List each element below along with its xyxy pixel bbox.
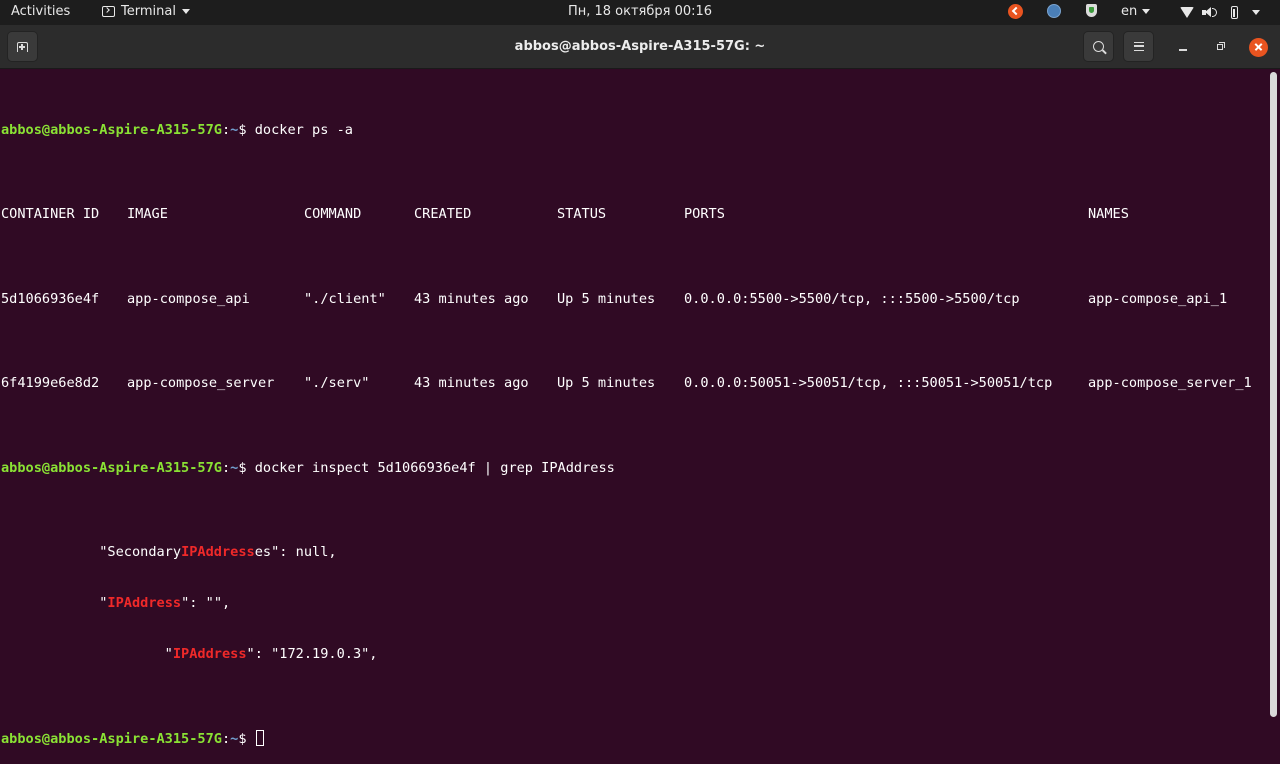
battery-icon [1231, 6, 1238, 19]
ps-cell: app-compose_server [127, 375, 275, 392]
prompt-separator: : [221, 121, 231, 138]
ps-cell: 43 minutes ago [414, 375, 529, 392]
new-tab-button[interactable] [7, 31, 38, 62]
output-text: " [1, 645, 173, 662]
text-cursor [255, 730, 264, 747]
scrollbar[interactable] [1270, 72, 1277, 717]
ps-cell: Up 5 minutes [557, 290, 656, 307]
close-icon [1248, 37, 1268, 57]
prompt-symbol: $ [238, 459, 255, 476]
terminal-icon [102, 6, 115, 17]
ps-cell: app-compose_api_1 [1088, 290, 1228, 307]
prompt-user: abbos@abbos-Aspire-A315-57G [1, 121, 222, 138]
ps-header-cell: CONTAINER ID [1, 206, 100, 223]
output-line: "IPAddress": "172.19.0.3", [1, 646, 1267, 663]
output-line: "SecondaryIPAddresses": null, [1, 544, 1267, 561]
activities-button[interactable]: Activities [11, 4, 70, 19]
minimize-button[interactable] [1173, 37, 1193, 57]
ps-header-cell: CREATED [414, 206, 472, 223]
ps-cell: app-compose_api [127, 290, 250, 307]
command-text: docker inspect 5d1066936e4f | grep IPAdd… [254, 459, 615, 476]
close-button[interactable] [1248, 37, 1268, 57]
ps-cell: "./client" [304, 290, 386, 307]
output-text: ": "", [181, 595, 231, 611]
ps-cell: "./serv" [304, 375, 370, 392]
prompt-user: abbos@abbos-Aspire-A315-57G [1, 731, 222, 748]
tray-status-indicator[interactable] [1047, 4, 1061, 18]
ps-header-cell: COMMAND [304, 206, 362, 223]
prompt-symbol: $ [238, 731, 255, 748]
ps-cell: 0.0.0.0:50051->50051/tcp, :::50051->5005… [684, 375, 1053, 392]
minimize-icon [1179, 49, 1187, 51]
grep-match: IPAddress [172, 645, 247, 662]
search-icon [1093, 41, 1104, 52]
top-bar: Activities Terminal Пн, 18 октября 00:16… [0, 0, 1280, 25]
grep-match: IPAddress [181, 544, 255, 561]
volume-icon [1202, 6, 1217, 19]
output-text: "Secondary [1, 544, 182, 561]
ps-header-cell: NAMES [1088, 206, 1129, 223]
ps-row: 6f4199e6e8d2 app-compose_server "./serv" 43… [1, 375, 1267, 392]
app-menu[interactable]: Terminal [102, 4, 190, 19]
prompt-path: ~ [230, 731, 239, 748]
tray-security[interactable] [1086, 4, 1097, 17]
app-indicator-icon [1008, 4, 1023, 19]
chevron-down-icon [1142, 9, 1151, 14]
maximize-icon [1217, 41, 1225, 50]
output-text: " [1, 595, 108, 611]
ps-cell: 0.0.0.0:5500->5500/tcp, :::5500->5500/tc… [684, 290, 1020, 307]
terminal-headerbar: abbos@abbos-Aspire-A315-57G: ~ [0, 25, 1280, 69]
ps-header-cell: IMAGE [127, 206, 168, 223]
ps-row: 5d1066936e4f app-compose_api "./client" 43 … [1, 291, 1267, 308]
keyboard-layout-menu[interactable]: en [1121, 4, 1151, 19]
app-menu-label: Terminal [121, 4, 176, 19]
wifi-icon [1180, 7, 1194, 18]
search-button[interactable] [1083, 31, 1114, 62]
status-indicator-icon [1047, 4, 1061, 18]
new-tab-icon [17, 41, 28, 52]
command-line: abbos@abbos-Aspire-A315-57G:~$ docker ps… [1, 122, 1267, 139]
menu-button[interactable] [1123, 31, 1154, 62]
ps-header-row: CONTAINER ID IMAGE COMMAND CREATED STATUS POR… [1, 206, 1267, 223]
output-text: es": null, [254, 544, 337, 561]
ps-cell: app-compose_server_1 [1088, 375, 1252, 392]
prompt-separator: : [221, 459, 231, 476]
ps-cell: 43 minutes ago [414, 290, 529, 307]
system-menu[interactable] [1180, 6, 1260, 19]
output-line: "IPAddress": "", [1, 595, 1267, 612]
chevron-down-icon [181, 9, 190, 14]
ps-cell: 5d1066936e4f [1, 290, 100, 307]
grep-match: IPAddress [107, 595, 182, 611]
prompt-user: abbos@abbos-Aspire-A315-57G [1, 459, 222, 476]
keyboard-layout-label: en [1121, 4, 1138, 19]
shield-icon [1086, 4, 1097, 17]
ps-cell: Up 5 minutes [557, 375, 656, 392]
maximize-button[interactable] [1210, 37, 1230, 57]
ps-header-cell: PORTS [684, 206, 725, 223]
ps-header-cell: STATUS [557, 206, 607, 223]
command-line: abbos@abbos-Aspire-A315-57G:~$ [1, 730, 1267, 747]
hamburger-menu-icon [1133, 42, 1144, 51]
tray-app-indicator[interactable] [1008, 4, 1023, 19]
command-text: docker ps -a [254, 121, 353, 138]
prompt-separator: : [221, 731, 231, 748]
terminal-output[interactable]: abbos@abbos-Aspire-A315-57G:~$ docker ps… [1, 71, 1267, 748]
prompt-symbol: $ [238, 121, 255, 138]
output-text: ": "172.19.0.3", [246, 645, 378, 662]
chevron-down-icon [1252, 10, 1260, 15]
command-line: abbos@abbos-Aspire-A315-57G:~$ docker in… [1, 460, 1267, 477]
ps-cell: 6f4199e6e8d2 [1, 375, 100, 392]
